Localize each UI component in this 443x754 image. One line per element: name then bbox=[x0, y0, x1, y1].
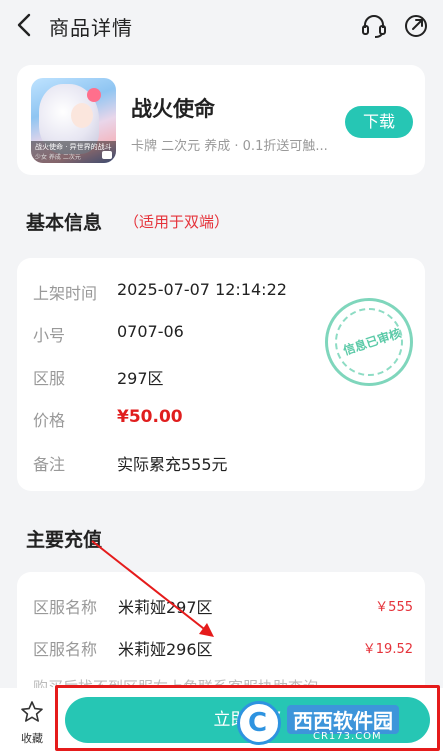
recharge-key: 区服名称 bbox=[33, 640, 98, 659]
recharge-key: 区服名称 bbox=[33, 598, 98, 617]
info-value: 0707-06 bbox=[117, 322, 184, 341]
top-bar: 商品详情 bbox=[0, 0, 443, 52]
favorite-button[interactable]: 收藏 bbox=[12, 700, 52, 748]
info-key: 小号 bbox=[33, 326, 66, 345]
info-value: 实际累充555元 bbox=[117, 455, 228, 474]
watermark-logo-icon: C bbox=[237, 701, 281, 745]
page-title: 商品详情 bbox=[49, 16, 133, 40]
section-title-basic-info: 基本信息 bbox=[26, 212, 103, 234]
price-value: ¥50.00 bbox=[117, 407, 183, 427]
favorite-label: 收藏 bbox=[21, 732, 43, 745]
recharge-server: 米莉娅296区 bbox=[118, 640, 213, 659]
recharge-card: 区服名称 米莉娅297区 ￥555 区服名称 米莉娅296区 ￥19.52 购买… bbox=[17, 572, 425, 702]
watermark-subtext: CR173.COM bbox=[313, 731, 382, 742]
cover-caption: 战火使命 · 异世界的战斗 bbox=[35, 143, 112, 151]
star-icon bbox=[21, 701, 43, 722]
cover-caption-tags: 少女 养成 二次元 bbox=[35, 154, 81, 161]
game-name: 战火使命 bbox=[131, 97, 215, 121]
game-card[interactable]: 战火使命 · 异世界的战斗 少女 养成 二次元 战火使命 卡牌 二次元 养成 ·… bbox=[17, 65, 425, 175]
recharge-amount: ￥555 bbox=[375, 600, 413, 615]
info-key: 备注 bbox=[33, 455, 66, 474]
game-cover-image: 战火使命 · 异世界的战斗 少女 养成 二次元 bbox=[31, 78, 116, 163]
section-title-recharge: 主要充值 bbox=[26, 529, 103, 551]
game-tags: 卡牌 二次元 养成 · 0.1折送可触... bbox=[131, 139, 328, 154]
section-note: （适用于双端） bbox=[124, 213, 230, 231]
info-value: 2025-07-07 12:14:22 bbox=[117, 280, 287, 299]
verified-stamp-icon: 信息已审核 bbox=[325, 298, 413, 386]
watermark-logo: C 西西软件园 CR173.COM bbox=[237, 699, 433, 747]
recharge-amount: ￥19.52 bbox=[362, 642, 413, 657]
basic-info-card: 上架时间 2025-07-07 12:14:22 小号 0707-06 区服 2… bbox=[17, 258, 425, 491]
info-key: 价格 bbox=[33, 411, 66, 430]
info-key: 上架时间 bbox=[33, 284, 98, 303]
back-arrow-icon[interactable] bbox=[12, 12, 38, 38]
watermark-text: 西西软件园 bbox=[287, 705, 399, 734]
info-value: 297区 bbox=[117, 369, 164, 388]
recharge-server: 米莉娅297区 bbox=[118, 598, 213, 617]
play-icon bbox=[102, 151, 112, 159]
headset-icon[interactable] bbox=[360, 12, 388, 40]
share-icon[interactable] bbox=[402, 12, 430, 40]
download-button[interactable]: 下载 bbox=[345, 106, 413, 138]
info-key: 区服 bbox=[33, 369, 66, 388]
